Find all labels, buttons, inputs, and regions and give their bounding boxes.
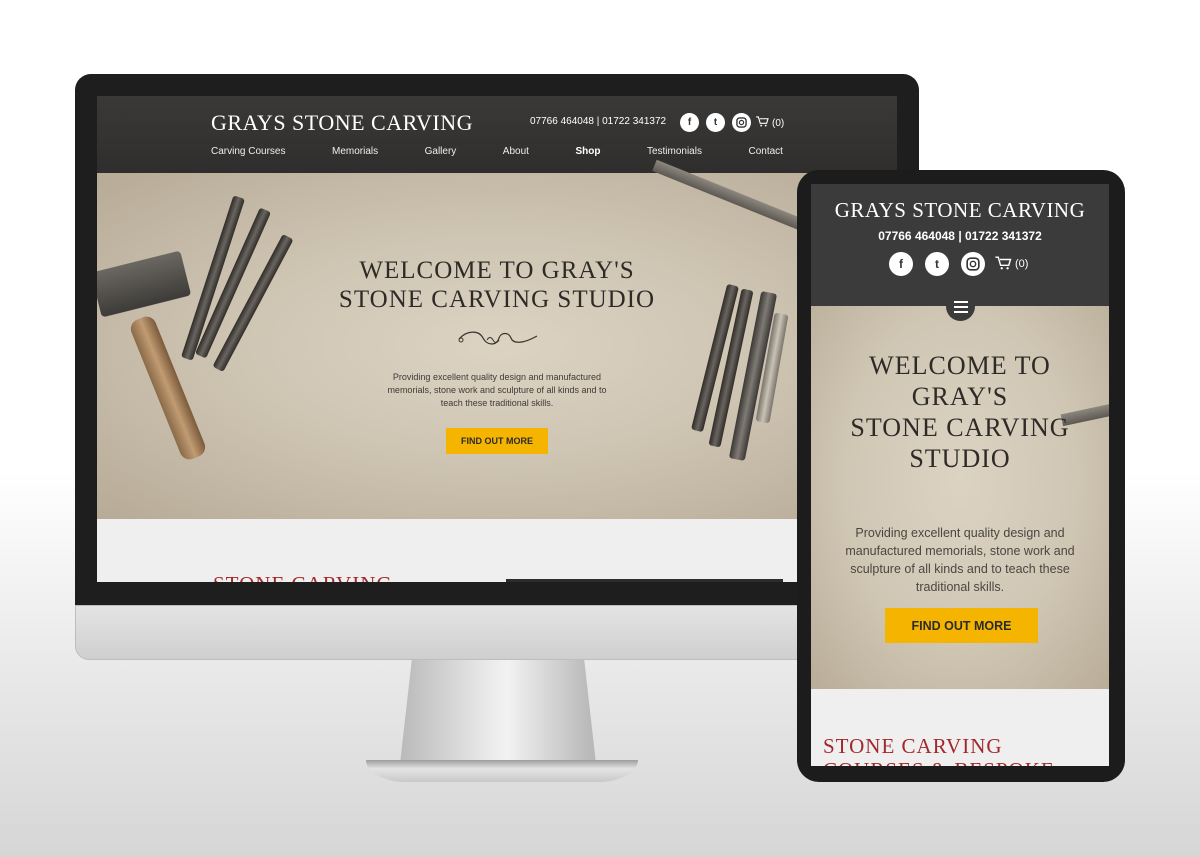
cart-count: (0) [772,117,785,129]
nav-item-shop[interactable]: Shop [575,146,600,157]
social-links: f t (0) [889,252,1028,276]
twitter-icon[interactable]: t [706,113,725,132]
social-links: f t [680,113,751,132]
mobile-hero-banner: WELCOME TO GRAY'S STONE CARVING STUDIO P… [811,306,1109,689]
nav-item-memorials[interactable]: Memorials [332,146,378,157]
nav-item-testimonials[interactable]: Testimonials [647,146,702,157]
hero-title-line: STONE CARVING STUDIO [338,286,656,313]
site-logo[interactable]: GRAYS STONE CARVING [811,198,1109,223]
desktop-monitor-chin [75,605,919,660]
main-nav: Carving Courses Memorials Gallery About … [211,146,783,157]
video-panel [506,579,783,582]
facebook-icon[interactable]: f [889,252,913,276]
nav-item-contact[interactable]: Contact [748,146,782,157]
instagram-icon[interactable] [732,113,751,132]
section-title: STONE CARVING [213,572,393,582]
cart-count: (0) [1015,258,1029,270]
desktop-monitor-foot [366,760,638,782]
hero-title-line: STUDIO [909,444,1011,473]
site-logo[interactable]: GRAYS STONE CARVING [211,110,473,136]
section-title: STONE CARVING COURSES & BESPOKE [823,734,1055,766]
hero-title-line: STONE CARVING [850,413,1070,442]
facebook-icon[interactable]: f [680,113,699,132]
mobile-header: GRAYS STONE CARVING 07766 464048 | 01722… [811,184,1109,306]
phone-numbers: 07766 464048 | 01722 341372 [530,116,667,127]
cart-icon [995,255,1012,273]
desktop-header: GRAYS STONE CARVING 07766 464048 | 01722… [97,96,897,173]
hero-banner: WELCOME TO GRAY'S STONE CARVING STUDIO P… [97,159,897,519]
hero-title-line: WELCOME TO GRAY'S [359,257,635,284]
hero-intro-text: Providing excellent quality design and m… [845,526,1075,594]
cart-icon [756,116,769,130]
instagram-icon[interactable] [961,252,985,276]
nav-item-carving-courses[interactable]: Carving Courses [211,146,285,157]
hero-title-line: WELCOME TO [869,351,1051,380]
cart-link[interactable]: (0) [756,116,784,130]
hero-title: WELCOME TO GRAY'S STONE CARVING STUDIO [811,350,1109,474]
hamburger-menu-icon[interactable] [946,292,975,321]
section-title-line: STONE CARVING [823,734,1003,758]
nav-item-about[interactable]: About [503,146,529,157]
find-out-more-button[interactable]: FIND OUT MORE [885,608,1038,643]
flourish-ornament-icon [457,328,539,355]
twitter-icon[interactable]: t [925,252,949,276]
phone-numbers: 07766 464048 | 01722 341372 [878,229,1042,243]
nav-item-gallery[interactable]: Gallery [425,146,457,157]
hero-title-line: GRAY'S [911,382,1009,411]
mobile-screen: GRAYS STONE CARVING 07766 464048 | 01722… [811,184,1109,766]
hero-intro-text: Providing excellent quality design and m… [387,372,607,408]
cart-link[interactable]: (0) [995,255,1029,273]
section-title-line: COURSES & BESPOKE [823,758,1055,766]
hero-title: WELCOME TO GRAY'S STONE CARVING STUDIO [97,256,897,314]
desktop-screen: GRAYS STONE CARVING 07766 464048 | 01722… [97,96,897,582]
find-out-more-button[interactable]: FIND OUT MORE [446,428,548,454]
desktop-monitor-stand [400,660,596,764]
